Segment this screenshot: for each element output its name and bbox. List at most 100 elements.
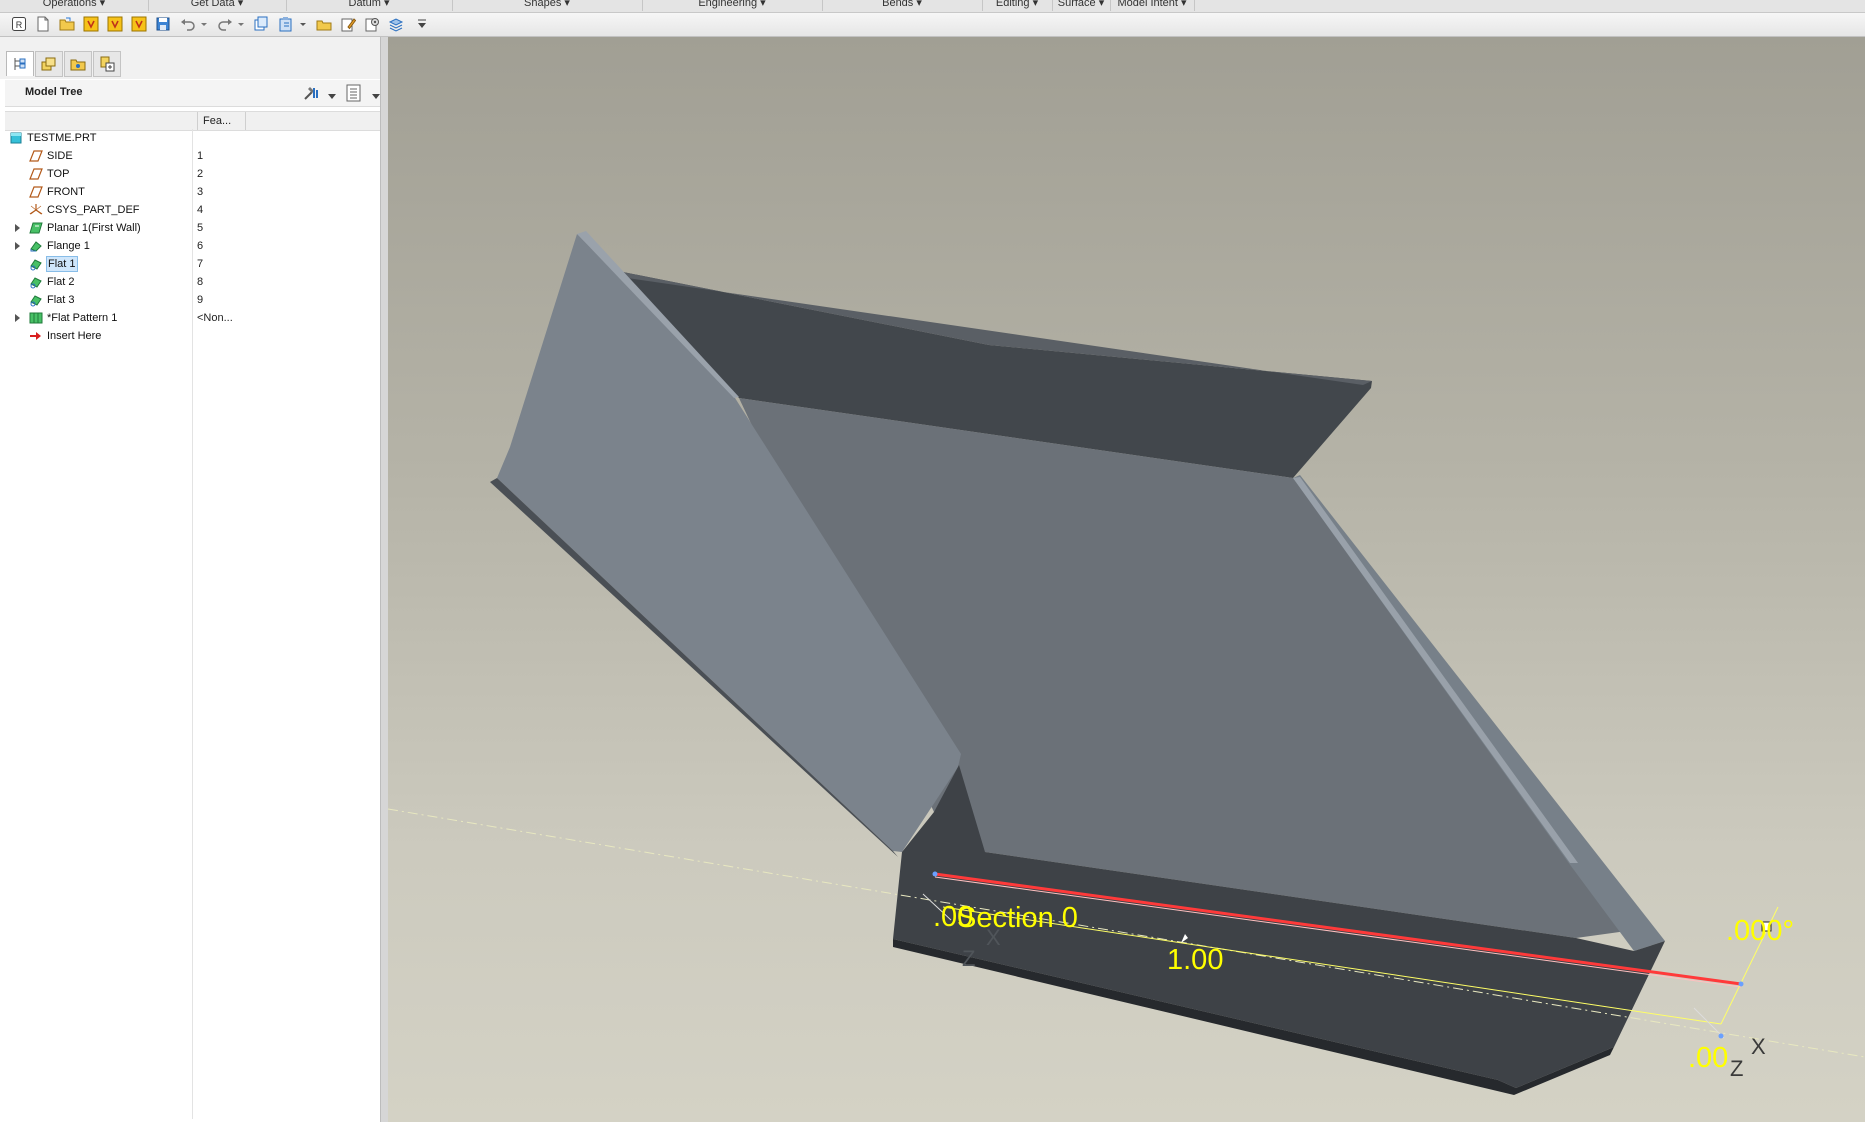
- feature-number: 6: [197, 240, 204, 252]
- feature-number: 2: [197, 168, 204, 180]
- folder-browser-tab-icon: [70, 59, 86, 71]
- expand-arrow-icon[interactable]: [15, 314, 20, 322]
- expand-arrow-icon[interactable]: [15, 224, 20, 232]
- undo-icon[interactable]: [180, 16, 196, 32]
- layers-icon[interactable]: [388, 16, 404, 32]
- ribbon-group-bends[interactable]: Bends ▾: [822, 0, 983, 11]
- tree-column-header: Fea...: [5, 111, 383, 131]
- feature-number: 5: [197, 222, 204, 234]
- model-canvas[interactable]: .00 Section 0 1.00 .000° .00 X Z X Z: [388, 37, 1865, 1122]
- flat-wall-icon: [29, 257, 43, 271]
- dimension-angle-text[interactable]: .000°: [1726, 915, 1794, 947]
- app-icon[interactable]: R: [11, 16, 27, 32]
- tree-item[interactable]: TOP 2: [5, 165, 383, 183]
- tree-item-label: TESTME.PRT: [27, 132, 97, 144]
- favorites-tab[interactable]: [93, 51, 121, 77]
- tree-item[interactable]: FRONT 3: [5, 183, 383, 201]
- regenerate-other-icon[interactable]: [131, 16, 147, 32]
- edge-vertex-left: [932, 871, 938, 877]
- tree-item-label: SIDE: [47, 150, 73, 162]
- model-tree-tab[interactable]: [6, 51, 34, 76]
- tree-item-label: FRONT: [47, 186, 85, 198]
- tree-item[interactable]: Insert Here: [5, 327, 383, 345]
- ribbon-group-label: Shapes: [524, 0, 562, 9]
- new-file-icon[interactable]: [35, 16, 51, 32]
- axis-x-left-label: X: [986, 925, 1001, 950]
- tree-item[interactable]: Flat 2 8: [5, 273, 383, 291]
- favorites-tab-icon: [100, 56, 115, 72]
- ribbon-group-label: Editing: [995, 0, 1030, 9]
- ribbon-group-label: Get Data: [190, 0, 235, 9]
- ribbon-group-editing[interactable]: Editing ▾: [982, 0, 1053, 11]
- tree-item[interactable]: Planar 1(First Wall) 5: [5, 219, 383, 237]
- part-icon: [9, 131, 23, 145]
- tree-item-label: Flat 2: [47, 276, 75, 288]
- navigator-tabs: [0, 37, 387, 79]
- tree-item[interactable]: SIDE 1: [5, 147, 383, 165]
- tree-item-label: Planar 1(First Wall): [47, 222, 141, 234]
- copy-icon[interactable]: [253, 16, 269, 32]
- ribbon-group-model-intent[interactable]: Model Intent ▾: [1110, 0, 1195, 11]
- tree-item-label: TOP: [47, 168, 70, 180]
- ribbon-group-shapes[interactable]: Shapes ▾: [452, 0, 643, 11]
- regenerate-icon[interactable]: [83, 16, 99, 32]
- graphics-viewport[interactable]: .00 Section 0 1.00 .000° .00 X Z X Z: [388, 37, 1865, 1122]
- undo-dropdown-icon[interactable]: [199, 16, 209, 32]
- ribbon-group-surface[interactable]: Surface ▾: [1052, 0, 1111, 11]
- tree-item[interactable]: *Flat Pattern 1 <Non...: [5, 309, 383, 327]
- planar-wall-icon: [29, 221, 43, 235]
- show-menu-dropdown-icon[interactable]: [372, 89, 380, 103]
- customize-dropdown-icon[interactable]: [416, 16, 428, 32]
- tree-root-item[interactable]: TESTME.PRT: [5, 129, 383, 147]
- tree-item-label: Flat 3: [47, 294, 75, 306]
- navigator-panel: Model Tree Fea... TESTME.PRT SIDE 1 TOP 2 FRO…: [0, 37, 388, 1122]
- csys-origin-right: [1718, 1033, 1724, 1039]
- tree-settings-dropdown-icon[interactable]: [328, 89, 336, 103]
- redo-icon[interactable]: [217, 16, 233, 32]
- feature-number: <Non...: [197, 312, 233, 324]
- tree-item[interactable]: Flat 1 7: [5, 255, 383, 273]
- panel-resize-handle[interactable]: [380, 37, 388, 1122]
- settings-icon[interactable]: [364, 16, 380, 32]
- ribbon-group-operations[interactable]: Operations ▾: [0, 0, 149, 11]
- datum-plane-icon: [29, 185, 43, 199]
- ribbon-group-engineering[interactable]: Engineering ▾: [642, 0, 823, 11]
- open-folder-icon[interactable]: [316, 16, 332, 32]
- show-menu-icon[interactable]: [345, 84, 363, 105]
- save-icon[interactable]: [155, 16, 171, 32]
- ribbon-group-label: Datum: [348, 0, 381, 9]
- ribbon-group-label: Model Intent: [1117, 0, 1178, 9]
- paste-dropdown-icon[interactable]: [298, 16, 308, 32]
- folder-browser-tab[interactable]: [64, 51, 92, 77]
- dimension-right-text[interactable]: .00: [1688, 1042, 1728, 1074]
- feature-number: 3: [197, 186, 204, 198]
- tree-settings-icon[interactable]: [302, 84, 320, 105]
- ribbon-group-bar: Operations ▾ Get Data ▾ Datum ▾ Shapes ▾…: [0, 0, 1865, 13]
- ribbon-group-datum[interactable]: Datum ▾: [286, 0, 453, 11]
- section-label: Section 0: [957, 902, 1078, 934]
- flat-wall-icon: [29, 275, 43, 289]
- tree-item-label: Flat 1: [46, 256, 78, 272]
- paste-icon[interactable]: [278, 16, 294, 32]
- feature-number: 7: [197, 258, 204, 270]
- svg-text:R: R: [16, 20, 23, 30]
- tree-item[interactable]: Flange 1 6: [5, 237, 383, 255]
- ribbon-group-get-data[interactable]: Get Data ▾: [148, 0, 287, 11]
- dimension-length-text[interactable]: 1.00: [1167, 944, 1223, 976]
- layers-tab[interactable]: [35, 51, 63, 77]
- tree-item[interactable]: CSYS_PART_DEF 4: [5, 201, 383, 219]
- edit-icon[interactable]: [340, 16, 356, 32]
- expand-arrow-icon[interactable]: [15, 242, 20, 250]
- tree-item-label: Flange 1: [47, 240, 90, 252]
- regenerate-all-icon[interactable]: [107, 16, 123, 32]
- feature-number-column-header[interactable]: Fea...: [197, 112, 246, 130]
- flat-wall-icon: [29, 293, 43, 307]
- edge-vertex-right: [1738, 981, 1744, 987]
- open-file-icon[interactable]: [59, 16, 75, 32]
- ribbon-group-label: Bends: [882, 0, 914, 9]
- axis-z-right-label: Z: [1730, 1056, 1743, 1081]
- redo-dropdown-icon[interactable]: [236, 16, 246, 32]
- feature-number: 8: [197, 276, 204, 288]
- tree-item[interactable]: Flat 3 9: [5, 291, 383, 309]
- csys-marker-right: [1693, 1007, 1725, 1039]
